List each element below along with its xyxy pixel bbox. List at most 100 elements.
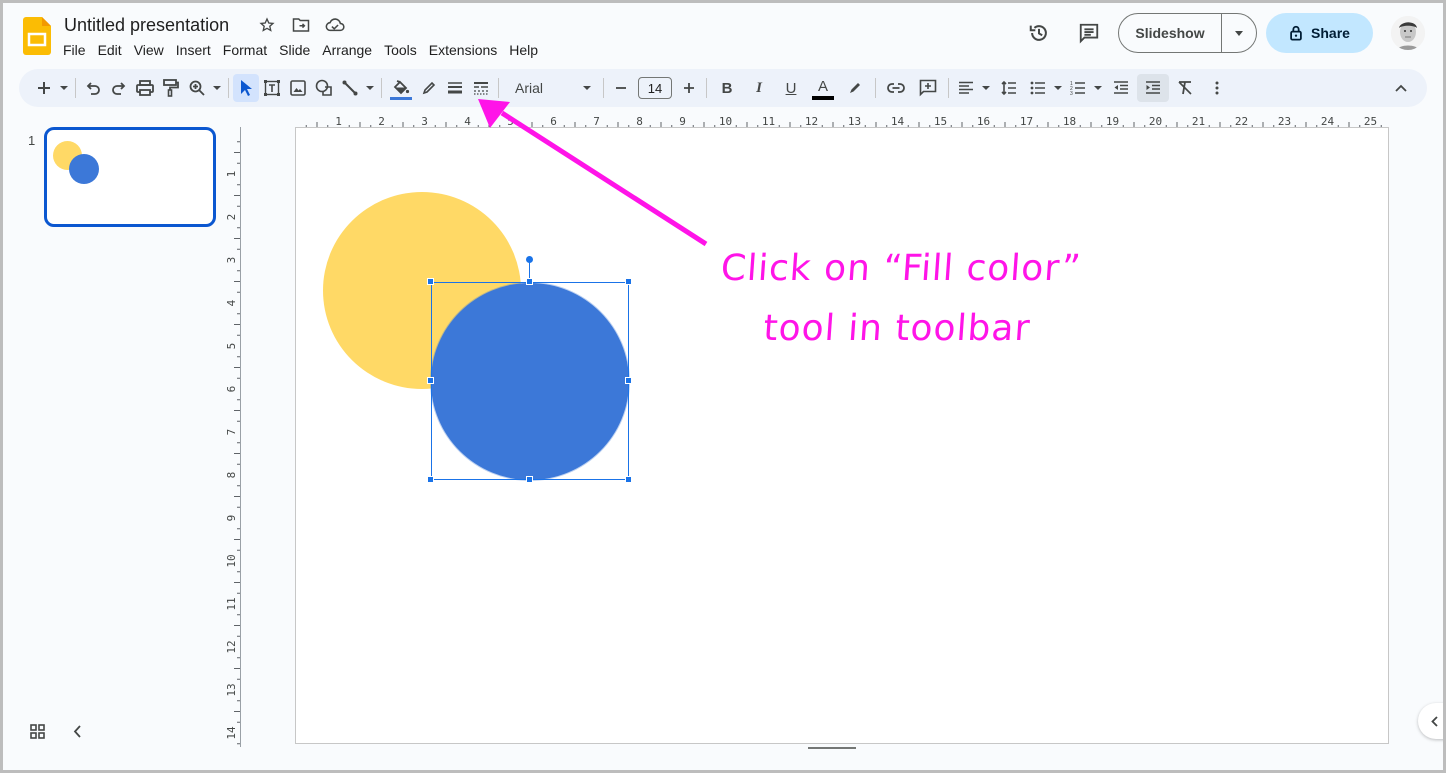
shape-tool[interactable]: [311, 74, 337, 102]
menu-extensions[interactable]: Extensions: [423, 40, 503, 60]
menu-slide[interactable]: Slide: [273, 40, 316, 60]
version-history-icon[interactable]: [1025, 19, 1053, 47]
undo-icon: [86, 82, 100, 95]
hide-menus-button[interactable]: [1385, 74, 1417, 102]
cloud-saved-icon[interactable]: [325, 15, 345, 35]
paint-format-button[interactable]: [158, 74, 184, 102]
decrease-indent-button[interactable]: [1105, 74, 1137, 102]
ruler-label: 4: [225, 299, 238, 306]
line-tool-dropdown[interactable]: [363, 74, 377, 102]
underline-button[interactable]: U: [775, 74, 807, 102]
menu-edit[interactable]: Edit: [92, 40, 128, 60]
fill-color-button[interactable]: [386, 74, 416, 102]
align-button[interactable]: [953, 74, 979, 102]
resize-handle-right[interactable]: [625, 377, 632, 384]
rotation-handle[interactable]: [526, 256, 533, 263]
highlight-color-button[interactable]: [839, 74, 871, 102]
slide-thumbnail[interactable]: [44, 127, 216, 227]
new-slide-layout-dropdown[interactable]: [57, 74, 71, 102]
font-family-value: Arial: [515, 80, 544, 96]
ruler-label: 9: [225, 515, 238, 522]
resize-handle-top-right[interactable]: [625, 278, 632, 285]
increase-font-size-button[interactable]: [676, 74, 702, 102]
zoom-dropdown[interactable]: [210, 74, 224, 102]
line-tool[interactable]: [337, 74, 363, 102]
select-tool[interactable]: [233, 74, 259, 102]
share-button[interactable]: Share: [1266, 13, 1373, 53]
font-family-select[interactable]: Arial: [503, 74, 599, 102]
paint-bucket-icon: [393, 80, 410, 95]
toolbar-separator: [228, 78, 229, 98]
slides-logo-icon[interactable]: [23, 17, 51, 55]
zoom-button[interactable]: [184, 74, 210, 102]
pencil-icon: [422, 81, 436, 95]
horizontal-ruler[interactable]: 1 2 3 4 5 6 7 8 9 10 11 12 13 14 15 16 17 18 19 20 21 22 23 24 2…: [295, 109, 1389, 129]
resize-handle-bottom[interactable]: [526, 476, 533, 483]
menu-help[interactable]: Help: [503, 40, 544, 60]
border-dash-button[interactable]: [468, 74, 494, 102]
numbered-list-button[interactable]: 123: [1065, 74, 1091, 102]
numbered-list-dropdown[interactable]: [1091, 74, 1105, 102]
border-weight-button[interactable]: [442, 74, 468, 102]
line-spacing-button[interactable]: [993, 74, 1025, 102]
link-icon: [887, 83, 905, 93]
comments-icon[interactable]: [1075, 19, 1103, 47]
bulleted-list-dropdown[interactable]: [1051, 74, 1065, 102]
increase-indent-icon: [1146, 81, 1160, 94]
grid-view-button[interactable]: [30, 724, 45, 744]
document-title[interactable]: Untitled presentation: [64, 15, 229, 36]
move-folder-icon[interactable]: [291, 15, 311, 35]
redo-button[interactable]: [106, 74, 132, 102]
increase-indent-button[interactable]: [1137, 74, 1169, 102]
italic-button[interactable]: I: [743, 74, 775, 102]
star-icon[interactable]: [257, 15, 277, 35]
google-slides-app: Untitled presentation File Edit View Ins…: [3, 3, 1443, 770]
annotation-line-2: tool in toolbar: [762, 308, 1032, 349]
slide-number: 1: [28, 133, 36, 148]
plus-icon: [38, 82, 50, 94]
slideshow-button[interactable]: Slideshow: [1119, 14, 1222, 52]
menu-file[interactable]: File: [57, 40, 92, 60]
insert-image-tool[interactable]: [285, 74, 311, 102]
add-comment-button[interactable]: [912, 74, 944, 102]
text-box-tool[interactable]: [259, 74, 285, 102]
print-icon: [136, 80, 154, 96]
resize-handle-top-left[interactable]: [427, 278, 434, 285]
more-options-button[interactable]: [1201, 74, 1233, 102]
notes-resize-handle[interactable]: [808, 747, 856, 749]
bulleted-list-button[interactable]: [1025, 74, 1051, 102]
bold-button[interactable]: B: [711, 74, 743, 102]
resize-handle-top[interactable]: [526, 278, 533, 285]
resize-handle-bottom-right[interactable]: [625, 476, 632, 483]
ruler-label: 8: [225, 472, 238, 479]
undo-button[interactable]: [80, 74, 106, 102]
clear-formatting-button[interactable]: [1169, 74, 1201, 102]
font-size-input[interactable]: 14: [638, 77, 672, 99]
border-color-button[interactable]: [416, 74, 442, 102]
slide-canvas[interactable]: [295, 127, 1389, 744]
user-avatar[interactable]: [1391, 16, 1425, 50]
decrease-font-size-button[interactable]: [608, 74, 634, 102]
print-button[interactable]: [132, 74, 158, 102]
resize-handle-left[interactable]: [427, 377, 434, 384]
text-color-button[interactable]: A: [807, 74, 839, 102]
main-toolbar: Arial 14 B I U A 1 2 3: [19, 69, 1427, 107]
insert-link-button[interactable]: [880, 74, 912, 102]
ruler-label: 7: [225, 429, 238, 436]
ruler-label: 1: [225, 171, 238, 178]
menu-arrange[interactable]: Arrange: [316, 40, 378, 60]
menu-format[interactable]: Format: [217, 40, 273, 60]
new-slide-button[interactable]: [31, 74, 57, 102]
vertical-ruler[interactable]: 1234567891011121314: [223, 127, 243, 747]
ruler-label: 12: [225, 640, 238, 653]
resize-handle-bottom-left[interactable]: [427, 476, 434, 483]
side-panel-toggle[interactable]: [1418, 703, 1443, 739]
menu-view[interactable]: View: [128, 40, 170, 60]
menu-tools[interactable]: Tools: [378, 40, 423, 60]
collapse-filmstrip-button[interactable]: [73, 725, 81, 743]
slideshow-options-dropdown[interactable]: [1222, 14, 1256, 52]
align-dropdown[interactable]: [979, 74, 993, 102]
shape-icon: [315, 79, 332, 96]
menu-insert[interactable]: Insert: [170, 40, 217, 60]
toolbar-separator: [875, 78, 876, 98]
